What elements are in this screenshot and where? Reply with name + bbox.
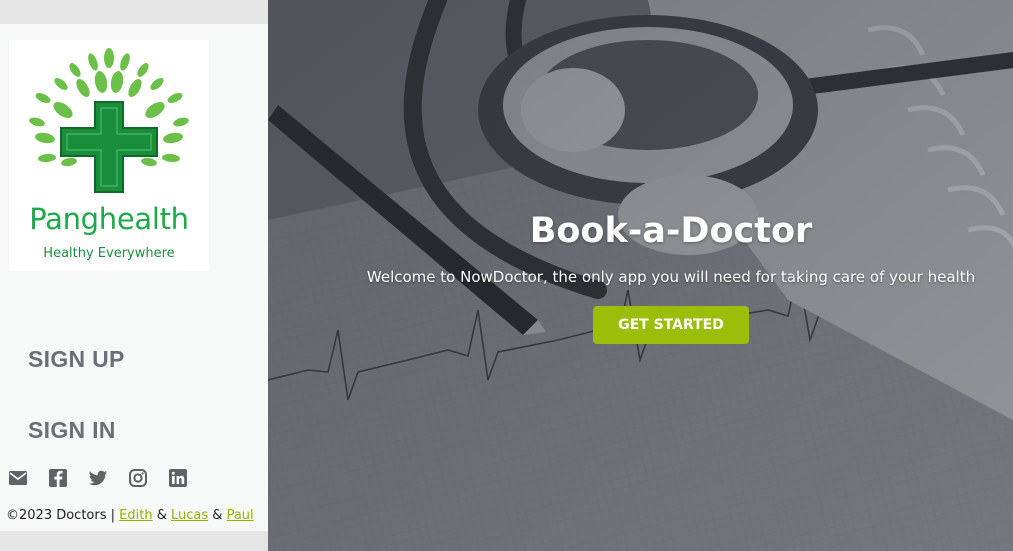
instagram-icon[interactable] (128, 468, 148, 488)
mail-icon[interactable] (8, 468, 28, 488)
footer-separator: & (212, 508, 223, 523)
hero-title: Book-a-Doctor (529, 211, 813, 251)
footer-separator: & (156, 508, 167, 523)
twitter-icon[interactable] (88, 468, 108, 488)
sign-in-link[interactable]: SIGN IN (28, 417, 116, 444)
author-link-paul[interactable]: Paul (227, 508, 254, 523)
footer-credits: ©2023 Doctors | Edith & Lucas & Paul (6, 508, 254, 523)
author-link-edith[interactable]: Edith (119, 508, 152, 523)
footer-copyright: ©2023 Doctors | (6, 508, 116, 523)
sidebar-panel: Panghealth Healthy Everywhere SIGN UP SI… (0, 24, 268, 531)
facebook-icon[interactable] (48, 468, 68, 488)
sidebar: Panghealth Healthy Everywhere SIGN UP SI… (0, 0, 268, 551)
brand-tagline: Healthy Everywhere (43, 246, 175, 261)
hero-section: Book-a-Doctor Welcome to NowDoctor, the … (268, 0, 1013, 551)
author-link-lucas[interactable]: Lucas (171, 508, 208, 523)
brand-logo[interactable]: Panghealth Healthy Everywhere (9, 40, 209, 271)
get-started-button[interactable]: GET STARTED (593, 306, 749, 344)
hero-subtitle: Welcome to NowDoctor, the only app you w… (366, 268, 976, 286)
tree-cross-icon (29, 48, 189, 193)
sign-up-link[interactable]: SIGN UP (28, 346, 125, 373)
linkedin-icon[interactable] (168, 468, 188, 488)
brand-name: Panghealth (29, 202, 189, 236)
